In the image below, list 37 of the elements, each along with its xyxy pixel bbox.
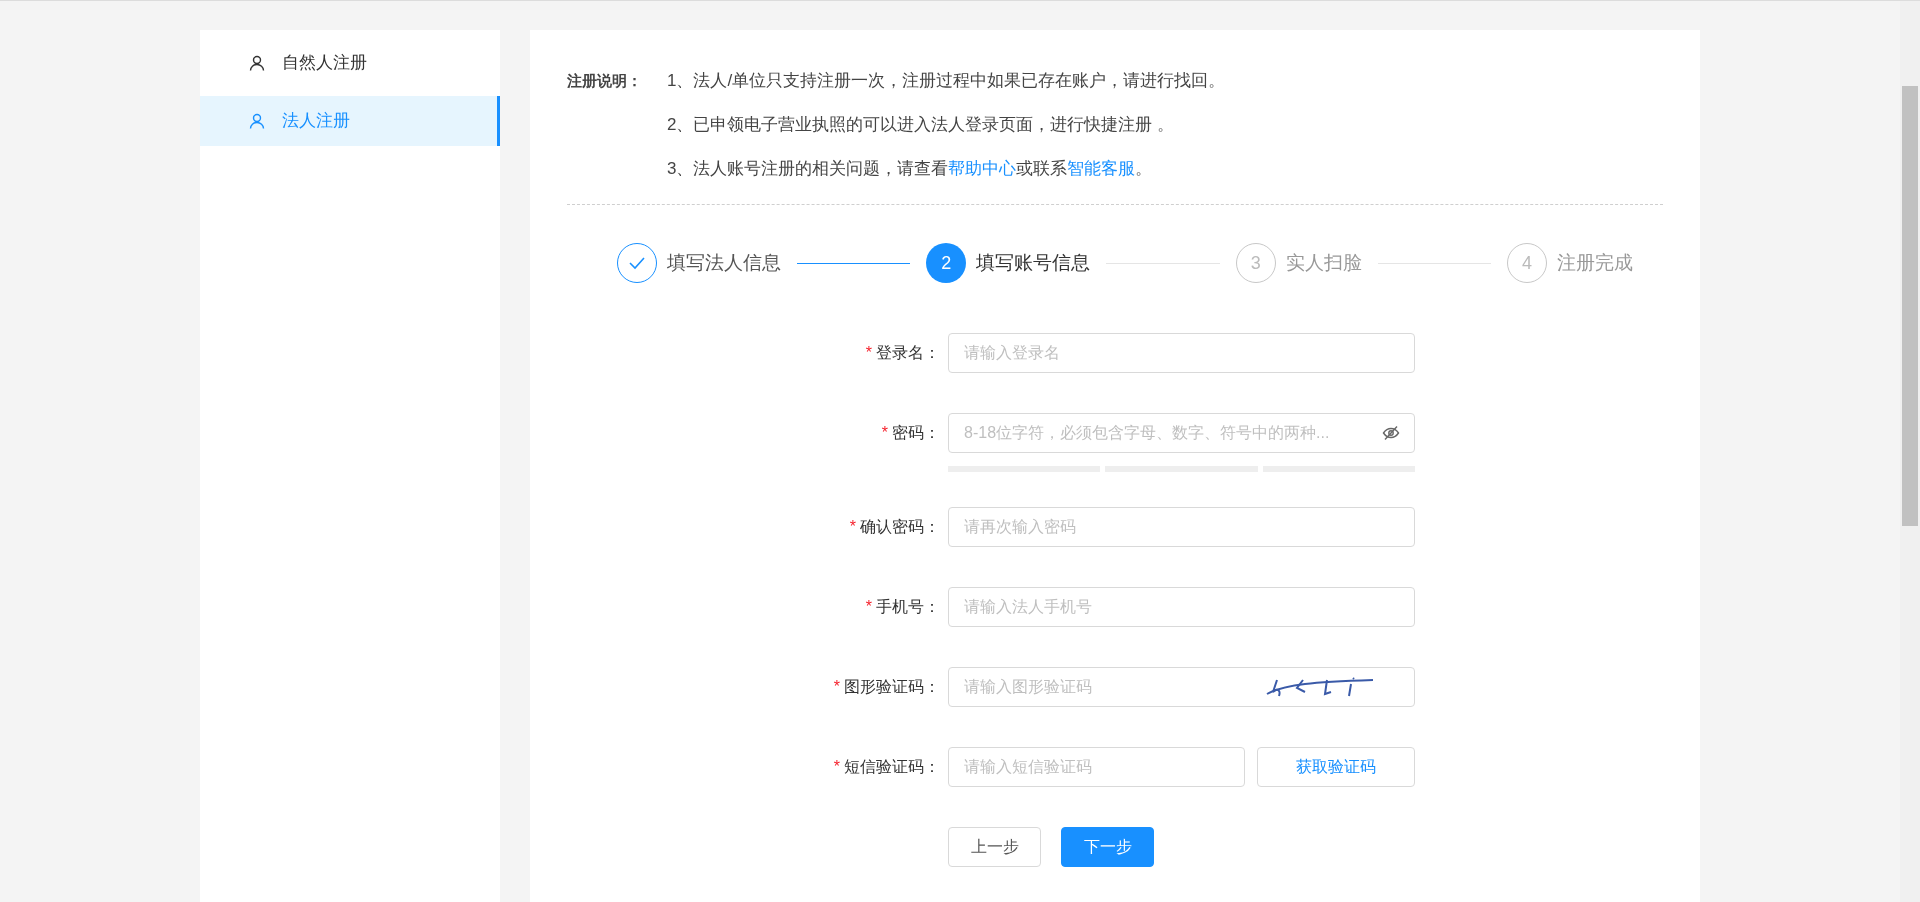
back-button[interactable]: 上一步 (948, 827, 1041, 867)
step-label: 填写账号信息 (976, 250, 1091, 275)
input-field[interactable]: 请输入短信验证码 (948, 747, 1245, 787)
field-label: 确认密码： (860, 517, 940, 537)
hidden-eye-icon[interactable] (1382, 425, 1400, 441)
sidebar-item[interactable]: 自然人注册 (200, 30, 500, 96)
field-label: 短信验证码： (844, 757, 940, 777)
required-asterisk: * (865, 597, 872, 617)
person-icon (248, 112, 266, 130)
required-asterisk: * (833, 757, 840, 777)
input-field[interactable]: 请输入图形验证码 (948, 667, 1415, 707)
input-field[interactable]: 请输入法人手机号 (948, 587, 1415, 627)
required-asterisk: * (833, 677, 840, 697)
step-label: 实人扫脸 (1285, 250, 1362, 275)
notes-title: 注册说明： (567, 71, 643, 91)
required-asterisk: * (865, 343, 872, 363)
sidebar-item[interactable]: 法人注册 (200, 96, 500, 146)
required-asterisk: * (881, 423, 888, 443)
input-field[interactable]: 请输入登录名 (948, 333, 1415, 373)
note-text: 3、法人账号注册的相关问题，请查看帮助中心或联系智能客服。 (667, 158, 1154, 180)
password-field[interactable]: 8-18位字符，必须包含字母、数字、符号中的两种... (948, 413, 1415, 453)
field-label: 图形验证码： (844, 677, 940, 697)
customer-service-link[interactable]: 智能客服 (1067, 159, 1136, 178)
field-label: 密码： (892, 423, 940, 443)
note-text: 2、已申领电子营业执照的可以进入法人登录页面，进行快捷注册 。 (667, 114, 1176, 136)
step-label: 注册完成 (1557, 250, 1633, 275)
step-number: 2 (926, 243, 967, 283)
input-field[interactable]: 请再次输入密码 (948, 507, 1415, 547)
step-label: 填写法人信息 (667, 250, 781, 275)
note-text: 1、法人/单位只支持注册一次，注册过程中如果已存在账户，请进行找回。 (667, 70, 1226, 92)
help-center-link[interactable]: 帮助中心 (948, 159, 1017, 178)
required-asterisk: * (849, 517, 856, 537)
next-button[interactable]: 下一步 (1061, 827, 1154, 867)
field-label: 手机号： (876, 597, 940, 617)
get-code-button[interactable]: 获取验证码 (1257, 747, 1415, 787)
person-icon (248, 54, 266, 72)
field-label: 登录名： (876, 343, 940, 363)
